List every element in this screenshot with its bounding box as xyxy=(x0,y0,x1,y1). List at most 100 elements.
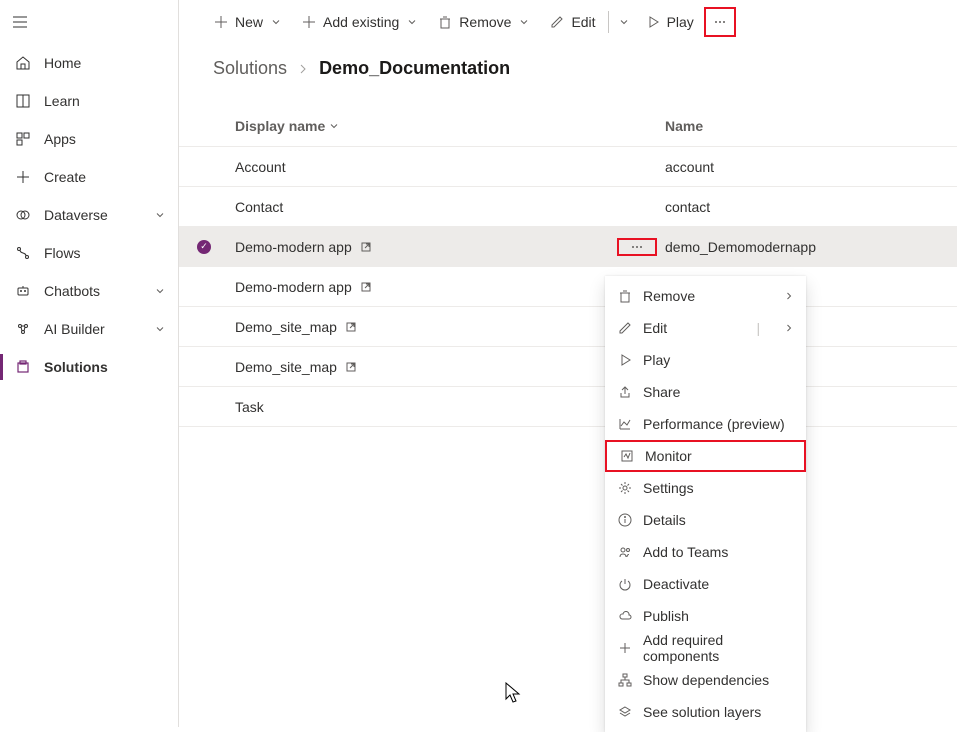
ai-icon xyxy=(14,320,32,338)
column-header-display-name[interactable]: Display name xyxy=(227,118,617,134)
row-system-name: account xyxy=(657,159,957,175)
home-icon xyxy=(14,54,32,72)
flows-icon xyxy=(14,244,32,262)
sidebar-item-label: Chatbots xyxy=(44,283,154,299)
menu-item-deactivate[interactable]: Deactivate xyxy=(605,568,806,600)
table-row[interactable]: ✓Demo_site_map xyxy=(179,347,957,387)
sidebar-item-dataverse[interactable]: Dataverse xyxy=(0,196,178,234)
context-menu: Remove Edit| Play SharePerformance (previe… xyxy=(605,276,806,732)
table-row[interactable]: ✓Demo-modern appdemo_Demomodernapp xyxy=(179,227,957,267)
plus-icon xyxy=(301,14,317,30)
sidebar-item-chatbots[interactable]: Chatbots xyxy=(0,272,178,310)
row-more-button[interactable] xyxy=(617,238,657,256)
menu-item-add-to-teams[interactable]: Add to Teams xyxy=(605,536,806,568)
edit-button[interactable]: Edit xyxy=(539,4,605,40)
breadcrumb-root[interactable]: Solutions xyxy=(213,58,287,79)
row-display-name: Demo_site_map xyxy=(235,319,337,335)
menu-item-label: Add to Teams xyxy=(643,544,794,560)
chevron-right-icon xyxy=(297,63,309,75)
sidebar-item-label: Solutions xyxy=(44,359,166,375)
menu-item-remove[interactable]: Remove xyxy=(605,280,806,312)
table-row[interactable]: ✓Task xyxy=(179,387,957,427)
plus-icon xyxy=(213,14,229,30)
row-display-name: Account xyxy=(235,159,286,175)
table-row[interactable]: ✓Demo_site_map xyxy=(179,307,957,347)
menu-item-label: Remove xyxy=(643,288,774,304)
dataverse-icon xyxy=(14,206,32,224)
check-icon: ✓ xyxy=(197,240,211,254)
chart-icon xyxy=(617,416,633,432)
sidebar-item-solutions[interactable]: Solutions xyxy=(0,348,178,386)
plus-icon xyxy=(617,640,633,656)
table-body: ✓Accountaccount✓Contactcontact✓Demo-mode… xyxy=(179,147,957,427)
edit-dropdown[interactable] xyxy=(611,4,635,40)
remove-button[interactable]: Remove xyxy=(427,4,539,40)
new-button[interactable]: New xyxy=(203,4,291,40)
sidebar-item-home[interactable]: Home xyxy=(0,44,178,82)
chevron-down-icon xyxy=(519,17,529,27)
sidebar-item-apps[interactable]: Apps xyxy=(0,120,178,158)
row-display-name: Contact xyxy=(235,199,283,215)
sidebar-item-label: Dataverse xyxy=(44,207,154,223)
sidebar-item-label: Apps xyxy=(44,131,166,147)
button-label: Remove xyxy=(459,14,511,30)
chevron-down-icon xyxy=(407,17,417,27)
pencil-icon xyxy=(617,320,633,336)
sidebar: Home Learn Apps Create Dataverse Flo xyxy=(0,0,179,727)
trash-icon xyxy=(437,14,453,30)
cloud-icon xyxy=(617,608,633,624)
sidebar-item-create[interactable]: Create xyxy=(0,158,178,196)
chevron-down-icon xyxy=(329,121,339,131)
chevron-down-icon xyxy=(154,323,166,335)
button-label: New xyxy=(235,14,263,30)
menu-item-settings[interactable]: Settings xyxy=(605,472,806,504)
sidebar-item-label: Learn xyxy=(44,93,166,109)
main: New Add existing Remove Edit xyxy=(179,0,957,727)
menu-item-add-required-components[interactable]: Add required components xyxy=(605,632,806,664)
table-row[interactable]: ✓Demo-modern app xyxy=(179,267,957,307)
hamburger-button[interactable] xyxy=(0,0,178,44)
sidebar-item-flows[interactable]: Flows xyxy=(0,234,178,272)
more-icon xyxy=(712,14,728,30)
pencil-icon xyxy=(549,14,565,30)
row-system-name: demo_Demomodernapp xyxy=(657,239,957,255)
menu-item-performance-preview-[interactable]: Performance (preview) xyxy=(605,408,806,440)
sidebar-item-label: Flows xyxy=(44,245,166,261)
menu-item-details[interactable]: Details xyxy=(605,504,806,536)
sidebar-item-aibuilder[interactable]: AI Builder xyxy=(0,310,178,348)
chevron-right-icon xyxy=(784,291,794,301)
menu-item-label: Monitor xyxy=(645,448,792,464)
hierarchy-icon xyxy=(617,672,633,688)
column-header-name[interactable]: Name xyxy=(657,118,957,134)
sidebar-item-label: Home xyxy=(44,55,166,71)
sidebar-item-label: Create xyxy=(44,169,166,185)
menu-item-label: Edit xyxy=(643,320,746,336)
menu-item-publish[interactable]: Publish xyxy=(605,600,806,632)
menu-item-label: Add required components xyxy=(643,632,794,664)
table-row[interactable]: ✓Accountaccount xyxy=(179,147,957,187)
play-button[interactable]: Play xyxy=(635,4,704,40)
menu-item-edit[interactable]: Edit| xyxy=(605,312,806,344)
nav: Home Learn Apps Create Dataverse Flo xyxy=(0,44,178,386)
sidebar-item-learn[interactable]: Learn xyxy=(0,82,178,120)
menu-item-label: Play xyxy=(643,352,794,368)
menu-item-see-solution-layers[interactable]: See solution layers xyxy=(605,696,806,728)
row-display-name: Task xyxy=(235,399,264,415)
table-row[interactable]: ✓Contactcontact xyxy=(179,187,957,227)
chevron-right-icon xyxy=(784,323,794,333)
menu-item-share[interactable]: Share xyxy=(605,376,806,408)
trash-icon xyxy=(617,288,633,304)
row-system-name: contact xyxy=(657,199,957,215)
menu-item-play[interactable]: Play xyxy=(605,344,806,376)
menu-item-monitor[interactable]: Monitor xyxy=(605,440,806,472)
monitor-icon xyxy=(619,448,635,464)
more-commands-button[interactable] xyxy=(704,7,736,37)
row-display-name: Demo_site_map xyxy=(235,359,337,375)
plus-icon xyxy=(14,168,32,186)
book-icon xyxy=(14,92,32,110)
chatbot-icon xyxy=(14,282,32,300)
chevron-down-icon xyxy=(154,209,166,221)
menu-item-show-dependencies[interactable]: Show dependencies xyxy=(605,664,806,696)
chevron-down-icon xyxy=(271,17,281,27)
add-existing-button[interactable]: Add existing xyxy=(291,4,427,40)
